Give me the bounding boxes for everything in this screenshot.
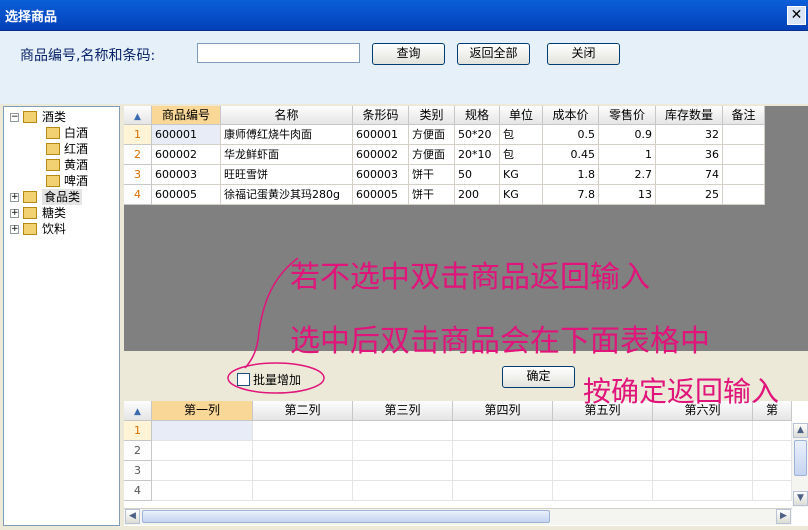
annotation-text: 若不选中双击商品返回输入 xyxy=(290,260,650,295)
annotation-text: 按确定返回输入 xyxy=(583,375,780,408)
annotation-text: 选中后双击商品会在下面表格中 xyxy=(290,324,710,359)
annotation-circle xyxy=(227,362,325,394)
